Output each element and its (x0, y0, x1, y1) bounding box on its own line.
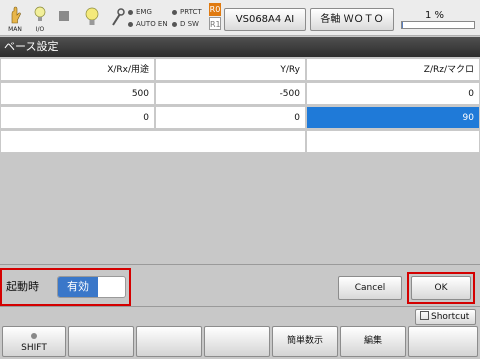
emg-indicator: EMG (128, 8, 152, 16)
prtct-indicator: PRTCT (172, 8, 202, 16)
toggle-on-label: 有効 (58, 277, 98, 297)
column-header-y: Y/Ry (155, 58, 306, 81)
speed-fill (402, 22, 403, 28)
ok-button[interactable]: OK (411, 276, 471, 300)
page-title: ベース設定 (0, 37, 480, 57)
table-cell[interactable]: 0 (0, 106, 155, 129)
divider (0, 264, 480, 265)
shift-key[interactable]: SHIFT (2, 326, 66, 357)
lamp-icon (85, 7, 99, 25)
io-icon[interactable]: I/O (29, 0, 51, 36)
robot-model-button[interactable]: VS068A4 AI (224, 8, 306, 31)
softkey-f2[interactable] (136, 326, 202, 357)
speed-text: 1 % (425, 10, 445, 21)
table-cell[interactable]: 500 (0, 82, 155, 105)
simple-display-key[interactable]: 簡単数示 (272, 326, 338, 357)
cancel-button[interactable]: Cancel (338, 276, 402, 300)
table-cell[interactable]: -500 (155, 82, 306, 105)
shortcut-icon (420, 311, 429, 320)
table-cell[interactable] (306, 130, 480, 153)
boot-toggle[interactable]: 有効 (57, 276, 126, 298)
table-cell[interactable]: 0 (306, 82, 480, 105)
edit-key[interactable]: 編集 (340, 326, 406, 357)
softkey-f3[interactable] (204, 326, 270, 357)
table-row: 0 0 90 (0, 106, 480, 129)
r1-indicator: R1 (209, 17, 221, 30)
dsw-indicator: D SW (172, 20, 199, 28)
softkey-bar: SHIFT 簡単数示 編集 (0, 326, 480, 359)
axis-mode-button[interactable]: 各軸 ＷＯＴＯ (310, 8, 394, 31)
auto-en-indicator: AUTO EN (128, 20, 168, 28)
divider (0, 306, 480, 307)
wrench-icon (112, 8, 125, 26)
table-cell[interactable]: 0 (155, 106, 306, 129)
boot-label: 起動時 (6, 280, 39, 293)
speed-bar[interactable] (401, 21, 475, 29)
column-header-x: X/Rx/用途 (0, 58, 155, 81)
status-bar: MAN I/O EMG PRTCT AUTO EN D SW R0 R1 VS0… (0, 0, 480, 36)
r0-indicator: R0 (209, 3, 221, 16)
table-header: X/Rx/用途 Y/Ry Z/Rz/マクロ (0, 58, 480, 81)
man-icon[interactable]: MAN (4, 0, 26, 36)
base-table: X/Rx/用途 Y/Ry Z/Rz/マクロ 500 -500 0 0 0 90 (0, 58, 480, 264)
shortcut-button[interactable]: Shortcut (415, 309, 476, 325)
softkey-f1[interactable] (68, 326, 134, 357)
table-cell[interactable] (0, 130, 306, 153)
table-row (0, 130, 480, 153)
stop-icon (59, 11, 69, 21)
column-header-z: Z/Rz/マクロ (306, 58, 480, 81)
table-row: 500 -500 0 (0, 82, 480, 105)
softkey-f6[interactable] (408, 326, 478, 357)
table-cell-selected[interactable]: 90 (306, 106, 480, 129)
shift-indicator-icon (31, 333, 37, 339)
